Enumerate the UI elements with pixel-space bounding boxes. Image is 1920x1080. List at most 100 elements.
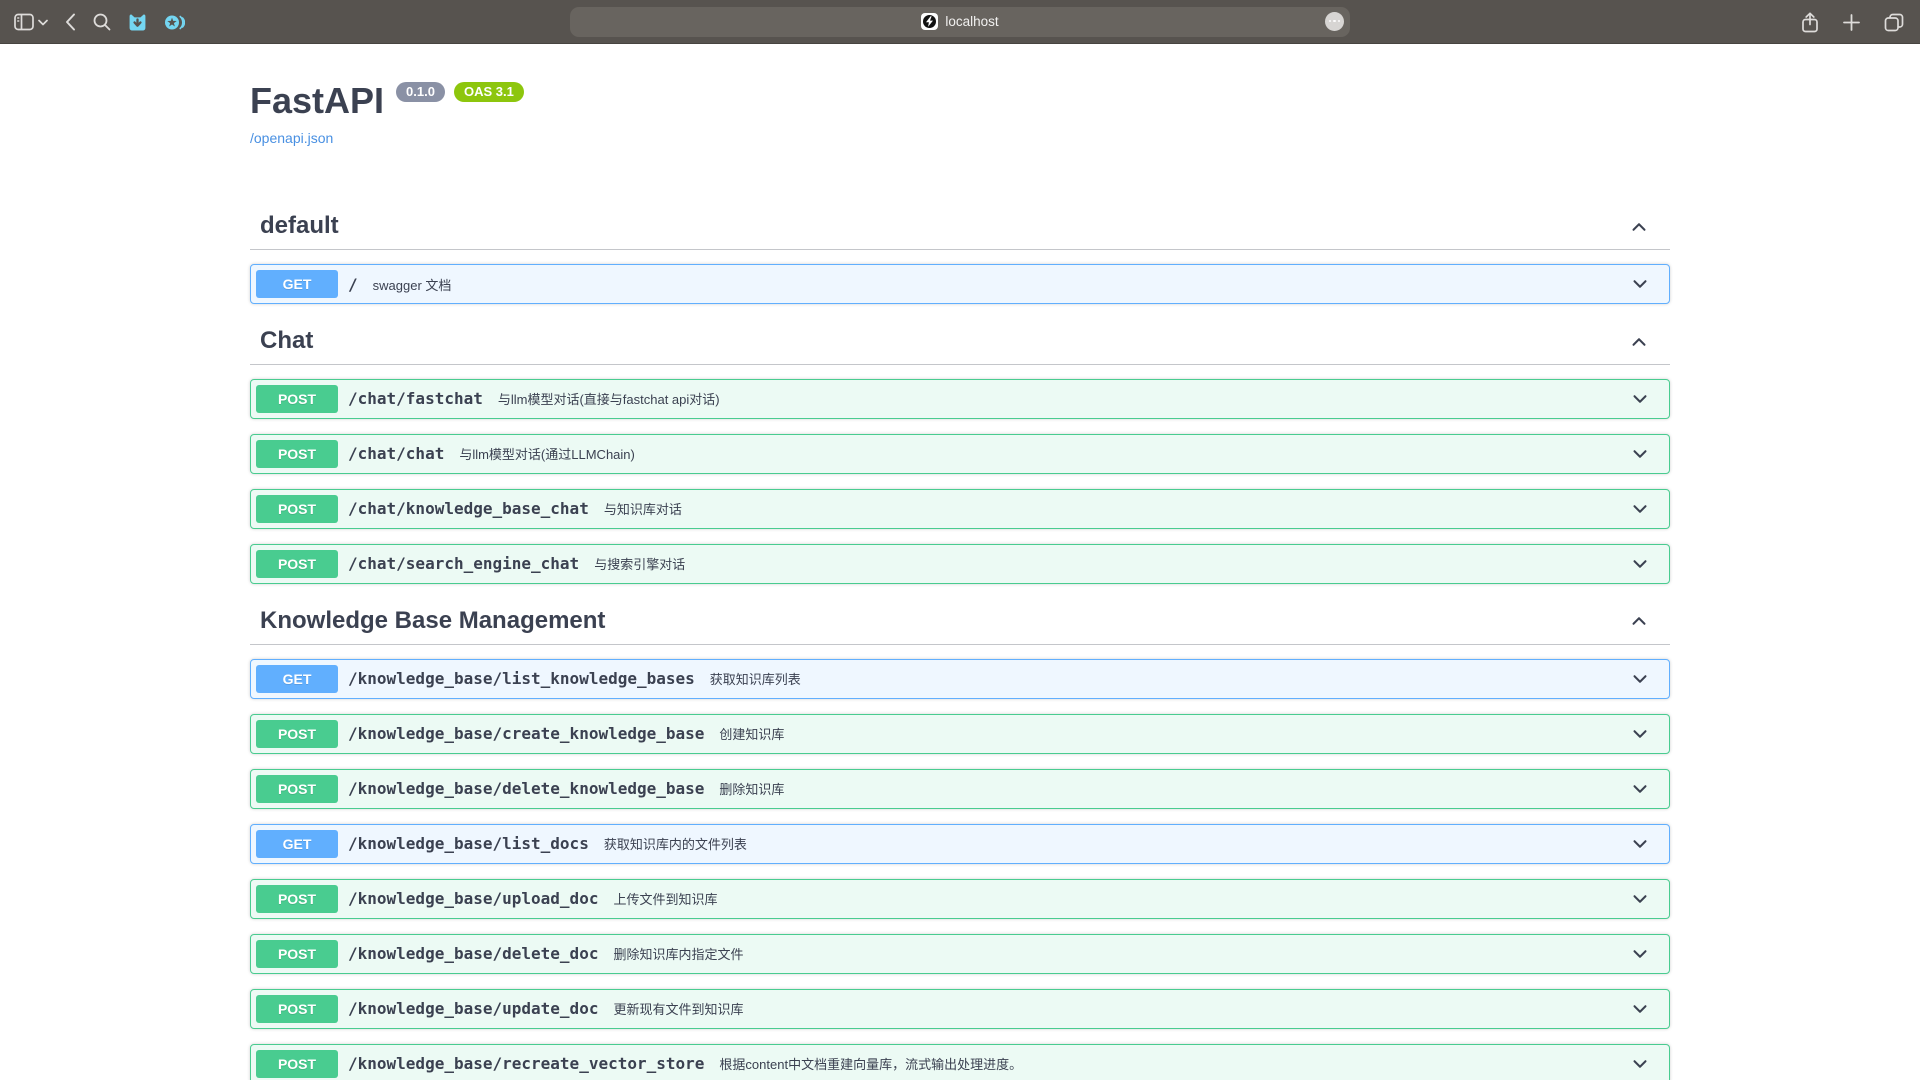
api-info: FastAPI 0.1.0 OAS 3.1 /openapi.json — [250, 44, 1670, 148]
endpoint-row[interactable]: POST /knowledge_base/update_doc 更新现有文件到知… — [250, 989, 1670, 1029]
endpoint-summary[interactable]: POST /knowledge_base/update_doc 更新现有文件到知… — [251, 990, 1669, 1028]
search-icon — [93, 13, 111, 31]
oas-badge: OAS 3.1 — [454, 82, 524, 102]
page-title: FastAPI 0.1.0 OAS 3.1 — [250, 80, 1670, 121]
url-text: localhost — [945, 14, 998, 29]
endpoint-row[interactable]: POST /knowledge_base/delete_doc 删除知识库内指定… — [250, 934, 1670, 974]
collapse-section-button[interactable] — [1628, 216, 1650, 238]
endpoint-path: /chat/search_engine_chat — [348, 554, 579, 573]
chevron-down-icon — [1629, 778, 1651, 800]
endpoint-row[interactable]: POST /chat/fastchat 与llm模型对话(直接与fastchat… — [250, 379, 1670, 419]
expand-endpoint-button[interactable] — [1629, 778, 1651, 800]
endpoint-summary[interactable]: POST /knowledge_base/recreate_vector_sto… — [251, 1045, 1669, 1080]
endpoint-path: /chat/fastchat — [348, 389, 483, 408]
expand-endpoint-button[interactable] — [1629, 833, 1651, 855]
method-badge: POST — [256, 550, 338, 578]
endpoint-row[interactable]: POST /chat/chat 与llm模型对话(通过LLMChain) — [250, 434, 1670, 474]
endpoint-description: 创建知识库 — [719, 724, 784, 743]
section-header[interactable]: Knowledge Base Management — [250, 599, 1670, 645]
expand-endpoint-button[interactable] — [1629, 943, 1651, 965]
endpoint-description: 与llm模型对话(通过LLMChain) — [459, 444, 635, 463]
expand-endpoint-button[interactable] — [1629, 1053, 1651, 1075]
endpoint-row[interactable]: GET / swagger 文档 — [250, 264, 1670, 304]
section-title: Knowledge Base Management — [260, 607, 605, 636]
expand-endpoint-button[interactable] — [1629, 443, 1651, 465]
endpoint-description: swagger 文档 — [373, 275, 452, 294]
endpoint-summary[interactable]: GET / swagger 文档 — [251, 265, 1669, 303]
sidebar-icon — [14, 13, 34, 31]
endpoint-summary[interactable]: POST /knowledge_base/delete_doc 删除知识库内指定… — [251, 935, 1669, 973]
endpoint-row[interactable]: POST /knowledge_base/recreate_vector_sto… — [250, 1044, 1670, 1080]
section-header[interactable]: default — [250, 204, 1670, 250]
new-tab-button[interactable] — [1843, 14, 1860, 31]
method-badge: POST — [256, 440, 338, 468]
endpoint-path: /knowledge_base/update_doc — [348, 999, 598, 1018]
endpoint-row[interactable]: POST /knowledge_base/upload_doc 上传文件到知识库 — [250, 879, 1670, 919]
expand-endpoint-button[interactable] — [1629, 888, 1651, 910]
content-wrapper: FastAPI 0.1.0 OAS 3.1 /openapi.json defa… — [230, 44, 1690, 1080]
extension-focus-button[interactable] — [164, 13, 185, 32]
collapse-section-button[interactable] — [1628, 331, 1650, 353]
swagger-page: FastAPI 0.1.0 OAS 3.1 /openapi.json defa… — [0, 44, 1920, 1080]
endpoint-row[interactable]: GET /knowledge_base/list_docs 获取知识库内的文件列… — [250, 824, 1670, 864]
endpoint-path: /knowledge_base/recreate_vector_store — [348, 1054, 704, 1073]
endpoint-summary[interactable]: POST /knowledge_base/delete_knowledge_ba… — [251, 770, 1669, 808]
back-button[interactable] — [65, 13, 76, 31]
chevron-down-icon — [1629, 723, 1651, 745]
endpoint-summary[interactable]: POST /chat/search_engine_chat 与搜索引擎对话 — [251, 545, 1669, 583]
endpoint-path: /knowledge_base/list_knowledge_bases — [348, 669, 695, 688]
endpoint-row[interactable]: POST /chat/knowledge_base_chat 与知识库对话 — [250, 489, 1670, 529]
chevron-down-icon — [38, 19, 48, 26]
endpoint-row[interactable]: POST /knowledge_base/create_knowledge_ba… — [250, 714, 1670, 754]
chevron-up-icon — [1628, 610, 1650, 632]
endpoint-summary[interactable]: POST /knowledge_base/upload_doc 上传文件到知识库 — [251, 880, 1669, 918]
expand-endpoint-button[interactable] — [1629, 998, 1651, 1020]
endpoint-summary[interactable]: GET /knowledge_base/list_knowledge_bases… — [251, 660, 1669, 698]
method-badge: POST — [256, 495, 338, 523]
plus-icon — [1843, 14, 1860, 31]
chevron-down-icon — [1629, 833, 1651, 855]
endpoint-summary[interactable]: POST /chat/knowledge_base_chat 与知识库对话 — [251, 490, 1669, 528]
expand-endpoint-button[interactable] — [1629, 553, 1651, 575]
chevron-down-icon — [1629, 998, 1651, 1020]
endpoint-path: /chat/chat — [348, 444, 444, 463]
tab-overview-button[interactable] — [1884, 13, 1904, 32]
expand-endpoint-button[interactable] — [1629, 498, 1651, 520]
method-badge: GET — [256, 270, 338, 298]
version-badge: 0.1.0 — [396, 82, 445, 102]
chevron-down-icon — [1629, 388, 1651, 410]
sidebar-toggle-button[interactable] — [14, 13, 48, 31]
search-button[interactable] — [93, 13, 111, 31]
chevron-down-icon — [1629, 668, 1651, 690]
endpoint-description: 更新现有文件到知识库 — [613, 999, 743, 1018]
collapse-section-button[interactable] — [1628, 610, 1650, 632]
endpoint-summary[interactable]: POST /chat/chat 与llm模型对话(通过LLMChain) — [251, 435, 1669, 473]
section-operations: POST /chat/fastchat 与llm模型对话(直接与fastchat… — [250, 379, 1670, 584]
endpoint-description: 获取知识库列表 — [710, 669, 801, 688]
chevron-up-icon — [1628, 331, 1650, 353]
section-header[interactable]: Chat — [250, 319, 1670, 365]
expand-endpoint-button[interactable] — [1629, 723, 1651, 745]
endpoint-path: /knowledge_base/delete_knowledge_base — [348, 779, 704, 798]
expand-endpoint-button[interactable] — [1629, 388, 1651, 410]
openapi-spec-link[interactable]: /openapi.json — [250, 130, 333, 146]
chevron-left-icon — [65, 13, 76, 31]
endpoint-row[interactable]: GET /knowledge_base/list_knowledge_bases… — [250, 659, 1670, 699]
endpoint-path: /knowledge_base/delete_doc — [348, 944, 598, 963]
section-operations: GET / swagger 文档 — [250, 264, 1670, 304]
address-bar[interactable]: localhost — [570, 7, 1350, 37]
endpoint-summary[interactable]: POST /knowledge_base/create_knowledge_ba… — [251, 715, 1669, 753]
expand-endpoint-button[interactable] — [1629, 273, 1651, 295]
share-button[interactable] — [1801, 12, 1819, 33]
chevron-down-icon — [1629, 553, 1651, 575]
endpoint-row[interactable]: POST /chat/search_engine_chat 与搜索引擎对话 — [250, 544, 1670, 584]
method-badge: POST — [256, 775, 338, 803]
extension-badge-button[interactable] — [128, 13, 147, 32]
endpoint-row[interactable]: POST /knowledge_base/delete_knowledge_ba… — [250, 769, 1670, 809]
page-settings-button[interactable] — [1325, 12, 1344, 31]
endpoint-description: 与llm模型对话(直接与fastchat api对话) — [498, 389, 720, 408]
endpoint-summary[interactable]: POST /chat/fastchat 与llm模型对话(直接与fastchat… — [251, 380, 1669, 418]
endpoint-summary[interactable]: GET /knowledge_base/list_docs 获取知识库内的文件列… — [251, 825, 1669, 863]
badge-group: 0.1.0 OAS 3.1 — [396, 82, 524, 102]
expand-endpoint-button[interactable] — [1629, 668, 1651, 690]
